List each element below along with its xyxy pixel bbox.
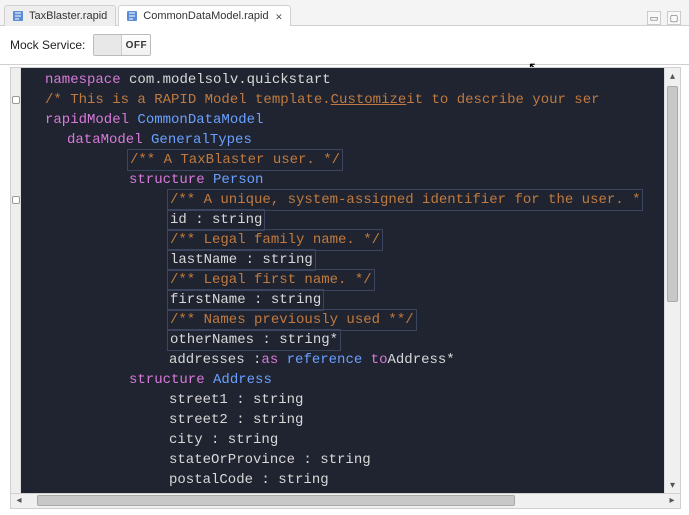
code-area[interactable]: namespace com.modelsolv.quickstart /* Th… bbox=[41, 68, 664, 493]
code-line: otherNames : string* bbox=[41, 330, 664, 350]
minimize-button[interactable]: ▭ bbox=[647, 11, 661, 25]
code-line: dataModel GeneralTypes bbox=[41, 130, 664, 150]
scroll-down-icon[interactable]: ▾ bbox=[665, 477, 680, 493]
fold-gutter[interactable] bbox=[11, 68, 21, 493]
vertical-scrollbar[interactable]: ▴ ▾ bbox=[664, 68, 680, 493]
toolbar: Mock Service: OFF bbox=[0, 26, 689, 65]
code-line: lastName : string bbox=[41, 250, 664, 270]
tab-commondatamodel[interactable]: CommonDataModel.rapid ✕ bbox=[118, 5, 291, 26]
toggle-state: OFF bbox=[122, 35, 150, 55]
maximize-button[interactable]: ▢ bbox=[667, 11, 681, 25]
code-line: structure Address bbox=[41, 370, 664, 390]
scroll-right-icon[interactable]: ▸ bbox=[664, 493, 680, 508]
code-line: /** Names previously used **/ bbox=[41, 310, 664, 330]
scroll-track[interactable] bbox=[27, 493, 664, 508]
code-line: /** A TaxBlaster user. */ bbox=[41, 150, 664, 170]
file-icon bbox=[11, 9, 25, 23]
scroll-track[interactable] bbox=[665, 84, 680, 477]
scroll-thumb[interactable] bbox=[667, 86, 678, 302]
tab-bar: TaxBlaster.rapid CommonDataModel.rapid ✕… bbox=[0, 0, 689, 26]
code-line: street2 : string bbox=[41, 410, 664, 430]
line-gutter bbox=[21, 68, 41, 493]
code-line: namespace com.modelsolv.quickstart bbox=[41, 70, 664, 90]
code-line: postalCode : string bbox=[41, 470, 664, 490]
code-line: stateOrProvince : string bbox=[41, 450, 664, 470]
code-line: firstName : string bbox=[41, 290, 664, 310]
tab-label: CommonDataModel.rapid bbox=[143, 10, 268, 22]
editor: namespace com.modelsolv.quickstart /* Th… bbox=[0, 65, 689, 515]
tab-taxblaster[interactable]: TaxBlaster.rapid bbox=[4, 5, 116, 26]
code-line: /** Legal first name. */ bbox=[41, 270, 664, 290]
close-icon[interactable]: ✕ bbox=[273, 10, 283, 23]
file-icon bbox=[125, 9, 139, 23]
toggle-knob bbox=[94, 35, 122, 55]
code-line: addresses : as reference to Address* bbox=[41, 350, 664, 370]
code-line: street1 : string bbox=[41, 390, 664, 410]
code-line: city : string bbox=[41, 430, 664, 450]
code-line: structure Person bbox=[41, 170, 664, 190]
code-line: id : string bbox=[41, 210, 664, 230]
fold-marker[interactable] bbox=[12, 96, 20, 104]
scroll-left-icon[interactable]: ◂ bbox=[11, 493, 27, 508]
mock-service-label: Mock Service: bbox=[10, 38, 85, 52]
window-controls: ▭ ▢ bbox=[647, 11, 689, 25]
code-line: /** A unique, system-assigned identifier… bbox=[41, 190, 664, 210]
mock-service-toggle[interactable]: OFF bbox=[93, 34, 151, 56]
fold-marker[interactable] bbox=[12, 196, 20, 204]
code-line: /** Legal family name. */ bbox=[41, 230, 664, 250]
scroll-up-icon[interactable]: ▴ bbox=[665, 68, 680, 84]
scroll-thumb[interactable] bbox=[37, 495, 515, 506]
code-line: /* This is a RAPID Model template. Custo… bbox=[41, 90, 664, 110]
tab-label: TaxBlaster.rapid bbox=[29, 10, 107, 22]
code-line: rapidModel CommonDataModel bbox=[41, 110, 664, 130]
horizontal-scrollbar[interactable]: ◂ ▸ bbox=[10, 493, 681, 509]
